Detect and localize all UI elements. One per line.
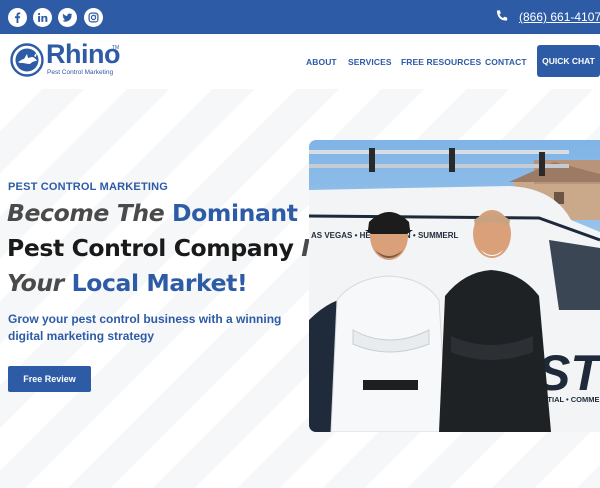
top-bar: (866) 661-4107 xyxy=(0,0,600,34)
hero-heading-line-1: Become The Dominant xyxy=(7,199,298,227)
heading-highlight: Dominant xyxy=(172,199,298,227)
nav-free-resources[interactable]: FREE RESOURCES xyxy=(401,57,481,67)
nav-about[interactable]: ABOUT xyxy=(306,57,337,67)
heading-text: Your xyxy=(7,269,72,297)
hero-heading-line-2: Pest Control Company In xyxy=(7,234,326,262)
hero-subtitle: Grow your pest control business with a w… xyxy=(8,312,282,343)
quick-chat-button[interactable]: QUICK CHAT xyxy=(537,45,600,77)
hero-eyebrow: PEST CONTROL MARKETING xyxy=(8,181,169,193)
logo-wordmark: Rhino xyxy=(46,39,120,69)
nav-contact[interactable]: CONTACT xyxy=(485,57,527,67)
hero-section: PEST CONTROL MARKETING Become The Domina… xyxy=(0,89,600,488)
linkedin-icon xyxy=(37,12,48,22)
facebook-icon xyxy=(14,12,21,23)
linkedin-link[interactable] xyxy=(33,8,52,27)
phone-link[interactable]: (866) 661-4107 xyxy=(519,10,600,24)
free-review-button[interactable]: Free Review xyxy=(8,366,91,392)
hero-heading-line-3: Your Local Market! xyxy=(7,269,248,297)
phone-icon xyxy=(496,10,508,21)
heading-highlight: Local Market! xyxy=(71,269,248,297)
twitter-link[interactable] xyxy=(58,8,77,27)
twitter-icon xyxy=(62,13,73,22)
instagram-icon xyxy=(88,12,99,23)
logo-trademark: TM xyxy=(112,45,120,51)
site-header: Rhino TM Pest Control Marketing ABOUT SE… xyxy=(0,34,600,89)
heading-text: Pest Control Company xyxy=(7,234,294,262)
rhino-logo-icon xyxy=(10,43,44,77)
heading-text: Become The xyxy=(7,199,173,227)
hero-photo: AS VEGAS • HENDERSON • SUMMERL ST ENTIAL… xyxy=(309,140,600,432)
logo-tagline: Pest Control Marketing xyxy=(47,69,114,76)
facebook-link[interactable] xyxy=(8,8,27,27)
nav-services[interactable]: SERVICES xyxy=(348,57,392,67)
instagram-link[interactable] xyxy=(84,8,103,27)
